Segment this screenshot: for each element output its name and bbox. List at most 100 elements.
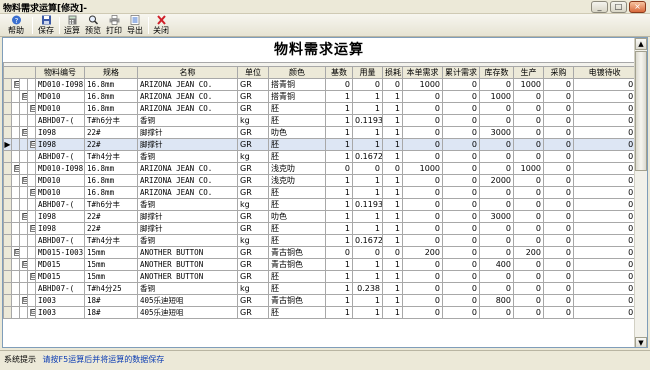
cell-loss[interactable]: 0 bbox=[382, 246, 403, 259]
cell-buy[interactable]: 0 bbox=[543, 186, 574, 199]
cell-unit[interactable]: GR bbox=[237, 78, 269, 91]
cell-stock[interactable]: 1000 bbox=[479, 90, 514, 103]
cell-base[interactable]: 0 bbox=[325, 78, 353, 91]
cell-need[interactable]: 0 bbox=[402, 102, 443, 115]
cell-qty[interactable]: 1 bbox=[352, 186, 383, 199]
cell-spec[interactable]: 22# bbox=[84, 138, 138, 151]
cell-color[interactable]: 胚 bbox=[268, 222, 326, 235]
cell-qty[interactable]: 0.1672 bbox=[352, 234, 383, 247]
cell-color[interactable]: 胚 bbox=[268, 306, 326, 319]
cell-unit[interactable]: kg bbox=[237, 150, 269, 163]
cell-spec[interactable]: 16.8mm bbox=[84, 174, 138, 187]
row-selector[interactable] bbox=[3, 102, 12, 115]
cell-unit[interactable]: GR bbox=[237, 174, 269, 187]
cell-buy[interactable]: 0 bbox=[543, 102, 574, 115]
cell-need[interactable]: 0 bbox=[402, 150, 443, 163]
cell-prod[interactable]: 0 bbox=[513, 282, 544, 295]
vertical-scrollbar[interactable]: ▲ ▼ bbox=[634, 38, 647, 347]
cell-buy[interactable]: 0 bbox=[543, 198, 574, 211]
cell-loss[interactable]: 1 bbox=[382, 186, 403, 199]
cell-unit[interactable]: kg bbox=[237, 282, 269, 295]
cell-spec[interactable]: T#h4分丰 bbox=[84, 150, 138, 163]
row-selector[interactable] bbox=[3, 222, 12, 235]
row-selector[interactable] bbox=[3, 198, 12, 211]
cell-prod[interactable]: 1000 bbox=[513, 78, 544, 91]
cell-cum[interactable]: 0 bbox=[442, 246, 480, 259]
cell-name[interactable]: 香铜 bbox=[137, 150, 238, 163]
row-selector[interactable] bbox=[3, 258, 12, 271]
table-row[interactable]: ABHD07-(T#h4分丰 香铜 kg 胚 1 0.1672 1 0 0 0 0 0 0 bbox=[3, 150, 637, 163]
cell-color[interactable]: 青古铜色 bbox=[268, 258, 326, 271]
cell-prod[interactable]: 1000 bbox=[513, 162, 544, 175]
cell-spec[interactable]: 15mm bbox=[84, 258, 138, 271]
table-row[interactable]: ⊟MD010-I098-L16.8mmARIZONA JEAN CO.GR浅克叻… bbox=[3, 162, 637, 175]
cell-buy[interactable]: 0 bbox=[543, 114, 574, 127]
cell-unit[interactable]: GR bbox=[237, 210, 269, 223]
cell-stock[interactable]: 0 bbox=[479, 306, 514, 319]
cell-spec[interactable]: 16.8mm bbox=[84, 162, 138, 175]
cell-stock[interactable]: 0 bbox=[479, 114, 514, 127]
cell-base[interactable]: 1 bbox=[325, 174, 353, 187]
scroll-down-icon[interactable]: ▼ bbox=[635, 337, 647, 347]
cell-stock[interactable]: 2000 bbox=[479, 174, 514, 187]
cell-loss[interactable]: 1 bbox=[382, 90, 403, 103]
table-row[interactable]: ⊟MD01016.8mmARIZONA JEAN CO.GR胚111000000 bbox=[3, 186, 637, 199]
cell-stock[interactable]: 0 bbox=[479, 270, 514, 283]
cell-plat[interactable]: 0 bbox=[572, 186, 637, 199]
cell-name[interactable]: ANOTHER BUTTON bbox=[137, 246, 238, 259]
cell-base[interactable]: 1 bbox=[325, 186, 353, 199]
cell-cum[interactable]: 0 bbox=[442, 174, 480, 187]
cell-color[interactable]: 搭青铜 bbox=[268, 90, 326, 103]
cell-plat[interactable]: 0 bbox=[572, 282, 637, 295]
cell-prod[interactable]: 0 bbox=[513, 138, 544, 151]
cell-qty[interactable]: 1 bbox=[352, 138, 383, 151]
col-qty[interactable]: 用量 bbox=[352, 66, 383, 79]
cell-need[interactable]: 0 bbox=[402, 234, 443, 247]
cell-loss[interactable]: 1 bbox=[382, 222, 403, 235]
cell-cum[interactable]: 0 bbox=[442, 126, 480, 139]
cell-stock[interactable]: 0 bbox=[479, 162, 514, 175]
cell-cum[interactable]: 0 bbox=[442, 282, 480, 295]
cell-qty[interactable]: 0.238 bbox=[352, 282, 383, 295]
col-name[interactable]: 名称 bbox=[137, 66, 238, 79]
cell-stock[interactable]: 0 bbox=[479, 234, 514, 247]
cell-need[interactable]: 0 bbox=[402, 186, 443, 199]
cell-need[interactable]: 200 bbox=[402, 246, 443, 259]
tree-toggle-icon[interactable]: ⊟ bbox=[30, 141, 35, 148]
cell-color[interactable]: 胚 bbox=[268, 282, 326, 295]
cell-qty[interactable]: 1 bbox=[352, 90, 383, 103]
cell-prod[interactable]: 0 bbox=[513, 102, 544, 115]
cell-code[interactable]: I098 bbox=[35, 210, 85, 223]
cell-prod[interactable]: 0 bbox=[513, 294, 544, 307]
cell-buy[interactable]: 0 bbox=[543, 222, 574, 235]
cell-qty[interactable]: 1 bbox=[352, 210, 383, 223]
cell-name[interactable]: ARIZONA JEAN CO. bbox=[137, 78, 238, 91]
cell-need[interactable]: 0 bbox=[402, 126, 443, 139]
scroll-thumb[interactable] bbox=[635, 51, 647, 171]
cell-cum[interactable]: 0 bbox=[442, 270, 480, 283]
cell-cum[interactable]: 0 bbox=[442, 138, 480, 151]
cell-unit[interactable]: GR bbox=[237, 306, 269, 319]
cell-buy[interactable]: 0 bbox=[543, 162, 574, 175]
cell-stock[interactable]: 800 bbox=[479, 294, 514, 307]
cell-code[interactable]: MD010 bbox=[35, 90, 85, 103]
cell-prod[interactable]: 0 bbox=[513, 234, 544, 247]
cell-code[interactable]: MD010-I098-L bbox=[35, 162, 85, 175]
cell-loss[interactable]: 1 bbox=[382, 306, 403, 319]
cell-spec[interactable]: 18# bbox=[84, 294, 138, 307]
table-row[interactable]: ⊟MD015-I003-P15mmANOTHER BUTTONGR青古铜色000… bbox=[3, 246, 637, 259]
cell-cum[interactable]: 0 bbox=[442, 210, 480, 223]
cell-code[interactable]: MD010 bbox=[35, 102, 85, 115]
cell-prod[interactable]: 0 bbox=[513, 126, 544, 139]
cell-need[interactable]: 1000 bbox=[402, 162, 443, 175]
tree-toggle-icon[interactable]: ⊟ bbox=[30, 273, 35, 280]
cell-name[interactable]: 香铜 bbox=[137, 234, 238, 247]
cell-buy[interactable]: 0 bbox=[543, 306, 574, 319]
cell-unit[interactable]: GR bbox=[237, 162, 269, 175]
cell-code[interactable]: ABHD07-( bbox=[35, 198, 85, 211]
cell-buy[interactable]: 0 bbox=[543, 270, 574, 283]
close-window-button[interactable]: × bbox=[629, 1, 646, 13]
cell-loss[interactable]: 1 bbox=[382, 102, 403, 115]
cell-cum[interactable]: 0 bbox=[442, 102, 480, 115]
row-selector[interactable] bbox=[3, 306, 12, 319]
